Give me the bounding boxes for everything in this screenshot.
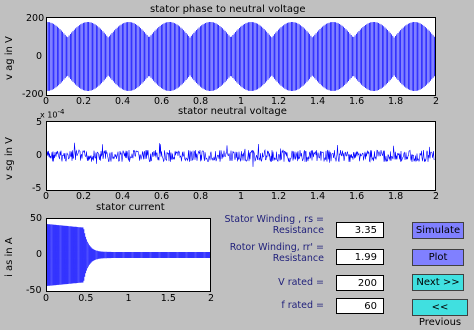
plot2-ylabel: v sg in V xyxy=(4,137,15,180)
plot1-title: stator phase to neutral voltage xyxy=(150,4,306,15)
plot2-ytick: 0 xyxy=(36,150,43,161)
plot1-ytick: 0 xyxy=(36,51,43,62)
plot2-xtick: 1.4 xyxy=(310,191,326,202)
plot1-xtick: 0 xyxy=(43,96,50,107)
plot3-xtick: 0.5 xyxy=(78,293,94,304)
plot1-trace xyxy=(47,22,435,91)
plot3-ytick: 0 xyxy=(36,249,43,260)
plot2-waveform xyxy=(47,142,435,167)
plot1-axes xyxy=(46,17,436,96)
plot2-axes xyxy=(46,121,436,191)
vrated-input[interactable] xyxy=(336,275,384,291)
simulate-button[interactable]: Simulate xyxy=(412,222,464,239)
plot1-xtick: 2 xyxy=(433,96,440,107)
plot-button[interactable]: Plot xyxy=(412,249,464,266)
frated-input[interactable] xyxy=(336,298,384,314)
plot1-ytick: -200 xyxy=(22,89,44,100)
plot2-xtick: 0.2 xyxy=(76,191,92,202)
plot3-waveform xyxy=(47,224,210,286)
plot1-ytick: 200 xyxy=(26,13,45,24)
plot3-ytick: 50 xyxy=(30,213,43,224)
plot3-ytick: -50 xyxy=(26,285,42,296)
plot3-ylabel: i as in A xyxy=(4,237,15,277)
frated-label: f rated = xyxy=(281,300,324,311)
vrated-label: V rated = xyxy=(278,277,324,288)
plot1-xtick: 1.8 xyxy=(388,96,404,107)
plot2-xtick: 0.8 xyxy=(193,191,209,202)
plot2-xtick: 1.2 xyxy=(271,191,287,202)
plot1-xtick: 0.4 xyxy=(115,96,131,107)
plot2-xtick: 2 xyxy=(433,191,440,202)
plot2-xtick: 0.6 xyxy=(154,191,170,202)
plot2-xtick: 0 xyxy=(43,191,50,202)
plot3-xtick: 0 xyxy=(43,293,50,304)
plot2-exponent-base: x 10 xyxy=(40,110,58,120)
plot3-xtick: 1.5 xyxy=(160,293,176,304)
plot2-exponent-power: -4 xyxy=(57,108,65,116)
plot3-title: stator current xyxy=(96,202,165,213)
plot1-xtick: 1.4 xyxy=(310,96,326,107)
plot2-xtick: 0.4 xyxy=(115,191,131,202)
rr-label: Rotor Winding, rr' = Resistance xyxy=(229,242,324,264)
plot2-xtick: 1 xyxy=(238,191,245,202)
plot2-xtick: 1.6 xyxy=(349,191,365,202)
plot3-xtick: 1 xyxy=(125,293,132,304)
plot2-xtick: 1.8 xyxy=(388,191,404,202)
plot2-exponent: x 10-4 xyxy=(40,108,64,120)
plot2-trace xyxy=(47,142,435,167)
plot1-xtick: 1.6 xyxy=(349,96,365,107)
plot1-ylabel: v ag in V xyxy=(4,36,15,80)
plot2-ytick: -5 xyxy=(32,183,42,194)
plot3-trace xyxy=(47,224,210,286)
plot2-ytick: 5 xyxy=(36,117,43,128)
plot1-xtick: 0.2 xyxy=(76,96,92,107)
plot2-title: stator neutral voltage xyxy=(178,106,287,117)
rr-input[interactable] xyxy=(336,249,384,265)
plot1-xtick: 0.6 xyxy=(154,96,170,107)
plot1-waveform xyxy=(47,22,435,91)
next-button[interactable]: Next >> xyxy=(412,274,464,291)
plot3-axes xyxy=(46,218,211,292)
rs-label: Stator Winding , rs = Resistance xyxy=(224,214,325,236)
rs-input[interactable] xyxy=(336,222,384,238)
previous-button[interactable]: << Previous xyxy=(412,299,468,328)
plot3-xtick: 2 xyxy=(208,293,215,304)
